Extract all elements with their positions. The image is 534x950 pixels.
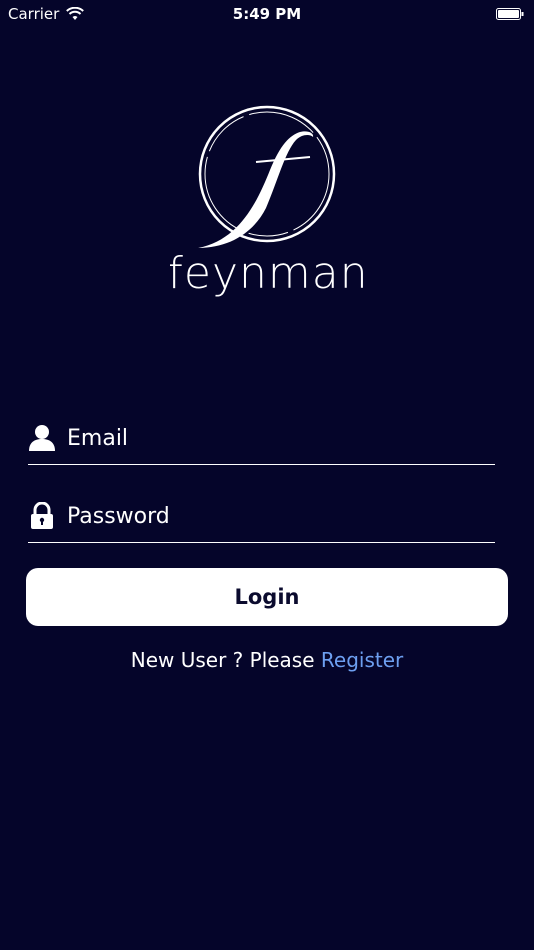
register-prompt: New User ? Please <box>130 648 315 672</box>
register-prompt-line: New User ? Please Register <box>0 648 534 672</box>
email-placeholder: Email <box>67 426 129 451</box>
login-label: Login <box>234 585 300 609</box>
status-time: 5:49 PM <box>232 5 302 23</box>
feynman-logo-mark: feynman <box>167 105 368 299</box>
feynman-logo: feynman <box>167 100 368 300</box>
lock-icon <box>31 502 53 529</box>
password-placeholder: Password <box>67 504 170 529</box>
status-bar: Carrier 5:49 PM <box>0 0 534 28</box>
battery-icon <box>496 8 524 20</box>
email-field[interactable]: Email <box>28 416 495 465</box>
login-button[interactable]: Login <box>26 568 508 626</box>
password-field[interactable]: Password <box>28 494 495 543</box>
brand-wordmark: feynman <box>170 248 366 299</box>
user-icon <box>29 425 55 451</box>
register-link[interactable]: Register <box>321 648 403 672</box>
